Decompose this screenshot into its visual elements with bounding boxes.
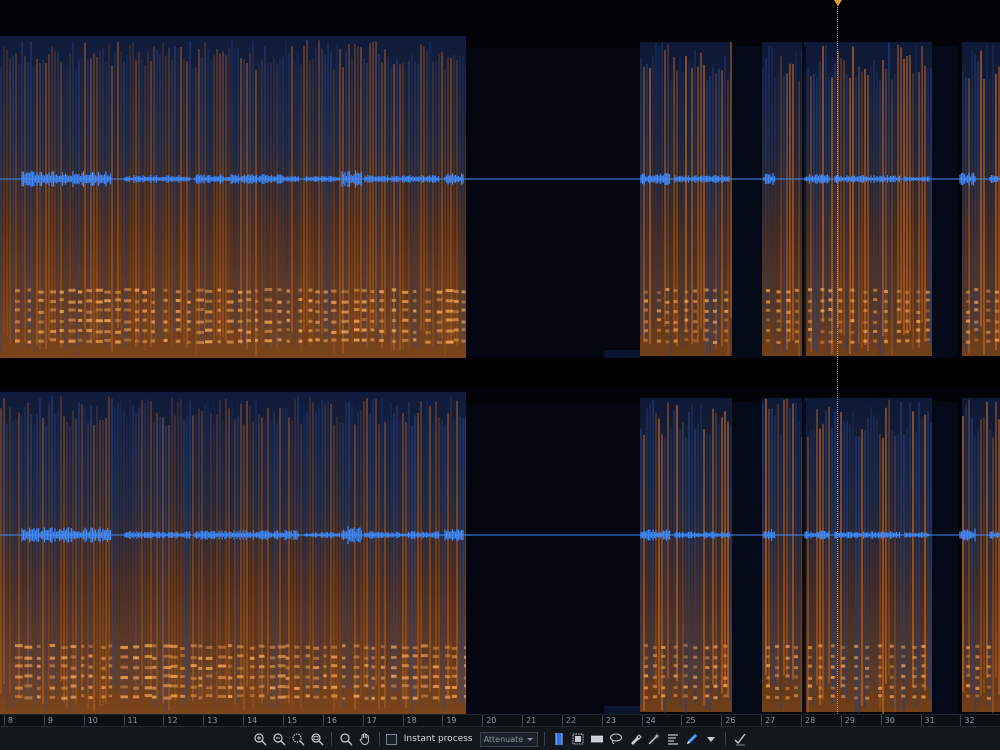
playhead-marker[interactable] <box>834 0 842 6</box>
ruler-tick-label: 25 <box>685 716 696 725</box>
harmonic-selection-icon[interactable] <box>665 731 681 747</box>
silence-floor <box>604 706 640 714</box>
ruler-tick-label: 29 <box>844 716 856 725</box>
spectrogram-right[interactable] <box>0 388 1000 714</box>
instant-process-checkbox[interactable] <box>385 733 397 745</box>
ruler-tick-label: 22 <box>565 716 577 725</box>
ruler-tick-label: 19 <box>446 716 457 725</box>
channel-divider <box>0 358 1000 388</box>
ruler-tick-label: 14 <box>247 716 258 725</box>
time-selection-icon[interactable] <box>551 731 567 747</box>
channel-right-spectrogram[interactable] <box>0 388 1000 714</box>
ruler-tick-label: 16 <box>326 716 337 725</box>
ruler-tick-label: 10 <box>87 716 98 725</box>
frequency-selection-icon[interactable] <box>589 731 605 747</box>
speech-segment <box>0 36 467 358</box>
process-mode-select[interactable]: Attenuate <box>479 731 539 747</box>
toolbar-separator <box>378 732 380 746</box>
dropdown-arrow-icon[interactable] <box>703 731 719 747</box>
toolbar-separator <box>544 732 546 746</box>
chopped-speech-segment <box>640 398 1000 714</box>
silence-floor <box>604 350 640 358</box>
ruler-tick-label: 21 <box>526 716 537 725</box>
ruler-tick-label: 18 <box>406 716 417 725</box>
instant-process-label: Instant process <box>403 734 473 744</box>
overview-bar[interactable] <box>0 0 1000 32</box>
zoom-selection-icon[interactable] <box>290 731 306 747</box>
ruler-tick-label: 31 <box>924 716 935 725</box>
rectangle-selection-icon[interactable] <box>570 731 586 747</box>
spectrogram-left[interactable] <box>0 32 1000 358</box>
ruler-tick-label: 30 <box>884 716 895 725</box>
toolbar-separator <box>725 732 727 746</box>
ruler-tick-label: 12 <box>167 716 178 725</box>
ruler-tick-label: 28 <box>805 716 816 725</box>
ruler-tick-label: 11 <box>127 716 138 725</box>
ruler-tick-label: 26 <box>725 716 736 725</box>
ruler-tick-label: 15 <box>286 716 298 725</box>
lasso-icon[interactable] <box>608 731 624 747</box>
silence-segment <box>466 48 640 358</box>
silence-segment <box>466 404 640 714</box>
speech-segment <box>0 392 472 714</box>
magic-wand-icon[interactable] <box>646 731 662 747</box>
hand-icon[interactable] <box>357 731 373 747</box>
ruler-tick-label: 9 <box>47 716 53 725</box>
ruler-tick-label: 24 <box>645 716 656 725</box>
ruler-tick-label: 27 <box>765 716 776 725</box>
pencil-icon[interactable] <box>684 731 700 747</box>
ruler-tick-label: 20 <box>486 716 497 725</box>
channel-left-spectrogram[interactable] <box>0 32 1000 358</box>
ruler-tick-label: 23 <box>605 716 616 725</box>
zoom-in-icon[interactable] <box>252 731 268 747</box>
ruler-tick-label: 8 <box>8 716 14 725</box>
ruler-tick-label: 32 <box>964 716 975 725</box>
ruler-tick-label: 13 <box>207 716 218 725</box>
bottom-toolbar: Instant process Attenuate <box>0 726 1000 750</box>
zoom-out-icon[interactable] <box>271 731 287 747</box>
zoom-fit-icon[interactable] <box>309 731 325 747</box>
apply-check-icon[interactable] <box>732 731 748 747</box>
brush-icon[interactable] <box>627 731 643 747</box>
magnify-icon[interactable] <box>338 731 354 747</box>
chopped-speech-segment <box>640 42 1000 358</box>
spectral-editor: 8 9 10 11 12 13 14 15 16 17 18 19 20 21 22 23 24 25 26 27 28… <box>0 0 1000 750</box>
ruler-tick-label: 17 <box>366 716 377 725</box>
playhead-cursor[interactable] <box>837 0 838 714</box>
toolbar-separator <box>330 732 332 746</box>
